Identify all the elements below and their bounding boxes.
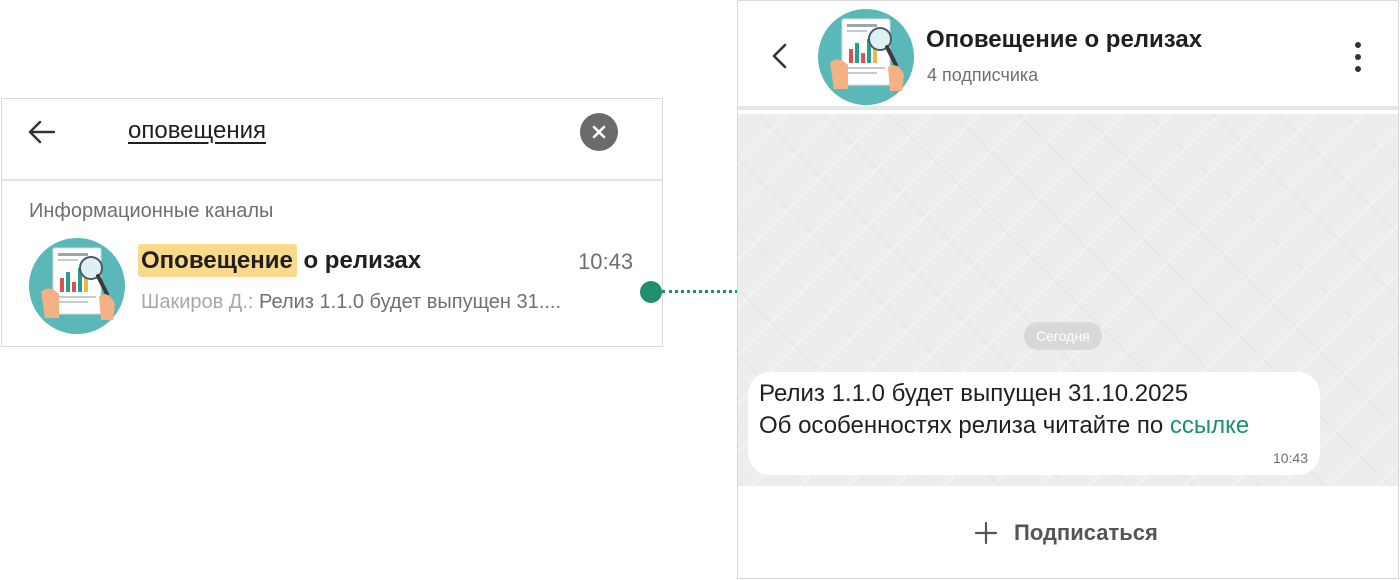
report-analysis-avatar bbox=[29, 238, 125, 334]
subscribe-label: Подписаться bbox=[1014, 520, 1158, 545]
message-line-2-text: Об особенностях релиза читайте по bbox=[759, 412, 1170, 439]
search-panel: Информационные каналы Оповещение о релиз… bbox=[1, 98, 663, 347]
arrow-left-icon[interactable] bbox=[26, 116, 58, 148]
channel-panel: Оповещение о релизах 4 подписчика Сегодн… bbox=[737, 0, 1399, 579]
connector-dot bbox=[640, 281, 662, 303]
subscribe-button[interactable]: Подписаться bbox=[974, 518, 1158, 548]
connector-line bbox=[662, 290, 738, 293]
message-line-2: Об особенностях релиза читайте по ссылке bbox=[759, 412, 1249, 440]
subscriber-count: 4 подписчика bbox=[927, 65, 1039, 85]
snippet-text: Релиз 1.1.0 будет выпущен 31.... bbox=[253, 291, 562, 313]
search-highlight: Оповещение bbox=[138, 244, 297, 277]
chevron-left-icon[interactable] bbox=[768, 41, 792, 71]
result-title: Оповещение о релизах bbox=[138, 244, 422, 277]
message-time: 10:43 bbox=[1272, 450, 1308, 466]
channel-header: Оповещение о релизах 4 подписчика bbox=[738, 1, 1398, 110]
search-result-item[interactable]: Оповещение о релизах 10:43 Шакиров Д.: Р… bbox=[2, 231, 662, 341]
message-bubble: Релиз 1.1.0 будет выпущен 31.10.2025 Об … bbox=[748, 372, 1320, 475]
search-bar bbox=[2, 99, 662, 181]
date-badge: Сегодня bbox=[1024, 322, 1102, 350]
result-time: 10:43 bbox=[578, 249, 634, 274]
subscribe-bar: Подписаться bbox=[738, 486, 1398, 578]
section-title: Информационные каналы bbox=[29, 200, 274, 222]
message-link[interactable]: ссылке bbox=[1170, 412, 1249, 439]
snippet-author: Шакиров Д.: bbox=[141, 291, 254, 313]
clear-search-button[interactable] bbox=[580, 113, 618, 151]
plus-icon bbox=[974, 521, 998, 545]
channel-title: Оповещение о релизах bbox=[926, 26, 1203, 53]
search-input[interactable] bbox=[128, 113, 548, 149]
result-title-rest: о релизах bbox=[296, 247, 422, 274]
message-line-1: Релиз 1.1.0 будет выпущен 31.10.2025 bbox=[759, 380, 1189, 407]
result-snippet: Шакиров Д.: Релиз 1.1.0 будет выпущен 31… bbox=[141, 291, 636, 314]
more-vertical-icon[interactable] bbox=[1350, 39, 1366, 75]
chat-area: Сегодня Релиз 1.1.0 будет выпущен 31.10.… bbox=[738, 114, 1398, 486]
report-analysis-avatar bbox=[818, 9, 914, 105]
close-icon bbox=[592, 125, 606, 139]
